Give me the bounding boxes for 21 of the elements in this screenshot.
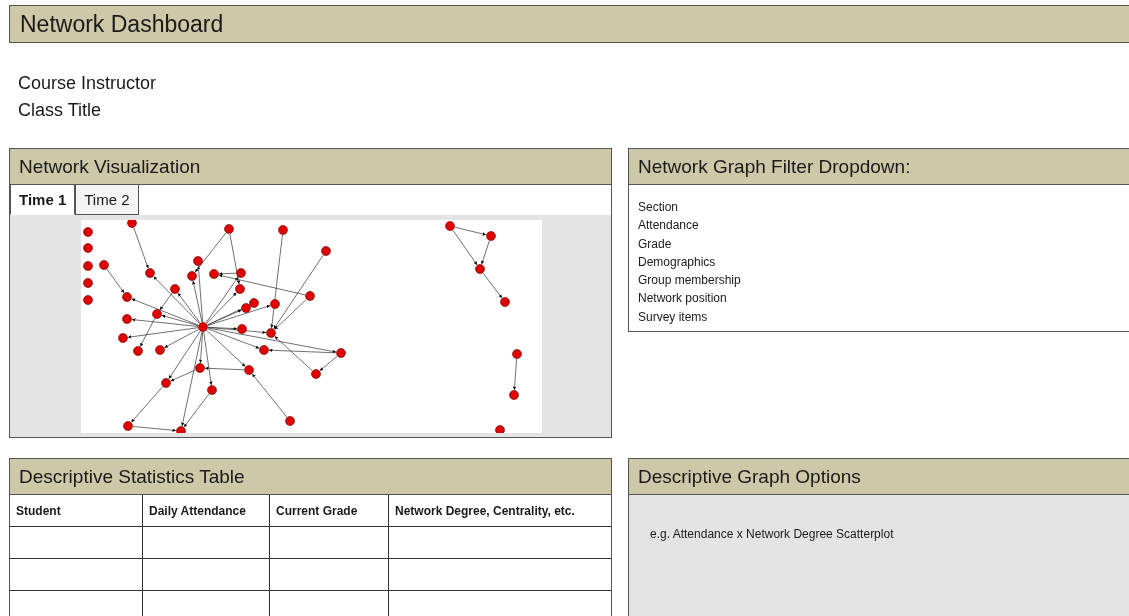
panel-title: Network Visualization (10, 149, 611, 185)
column-header: Daily Attendance (142, 495, 270, 527)
filter-option[interactable]: Demographics (638, 252, 1129, 272)
column-header: Student (10, 495, 143, 527)
graph-option-text: e.g. Attendance x Network Degree Scatterplot (649, 526, 895, 541)
filter-option[interactable]: Attendance (638, 216, 1129, 235)
filter-option[interactable]: Grade (638, 234, 1129, 253)
panel-title: Descriptive Statistics Table (10, 459, 611, 495)
panel-title: Network Graph Filter Dropdown: (629, 149, 1129, 185)
course-info-text: Class Title (18, 99, 103, 122)
filter-option[interactable]: Group membership (638, 271, 1129, 290)
dashboard-title: Network Dashboard (9, 5, 1129, 43)
panel-title: Descriptive Graph Options (629, 459, 1129, 495)
filter-option[interactable]: Network position (638, 289, 1129, 308)
column-header: Current Grade (269, 495, 389, 527)
filter-option[interactable]: Section (638, 198, 1129, 217)
time-tab[interactable]: Time 1 (10, 185, 76, 215)
course-info-text: Course Instructor (18, 72, 158, 95)
time-tab[interactable]: Time 2 (75, 185, 139, 215)
column-header: Network Degree, Centrality, etc. (388, 495, 612, 527)
filter-option[interactable]: Survey items (638, 307, 1129, 327)
